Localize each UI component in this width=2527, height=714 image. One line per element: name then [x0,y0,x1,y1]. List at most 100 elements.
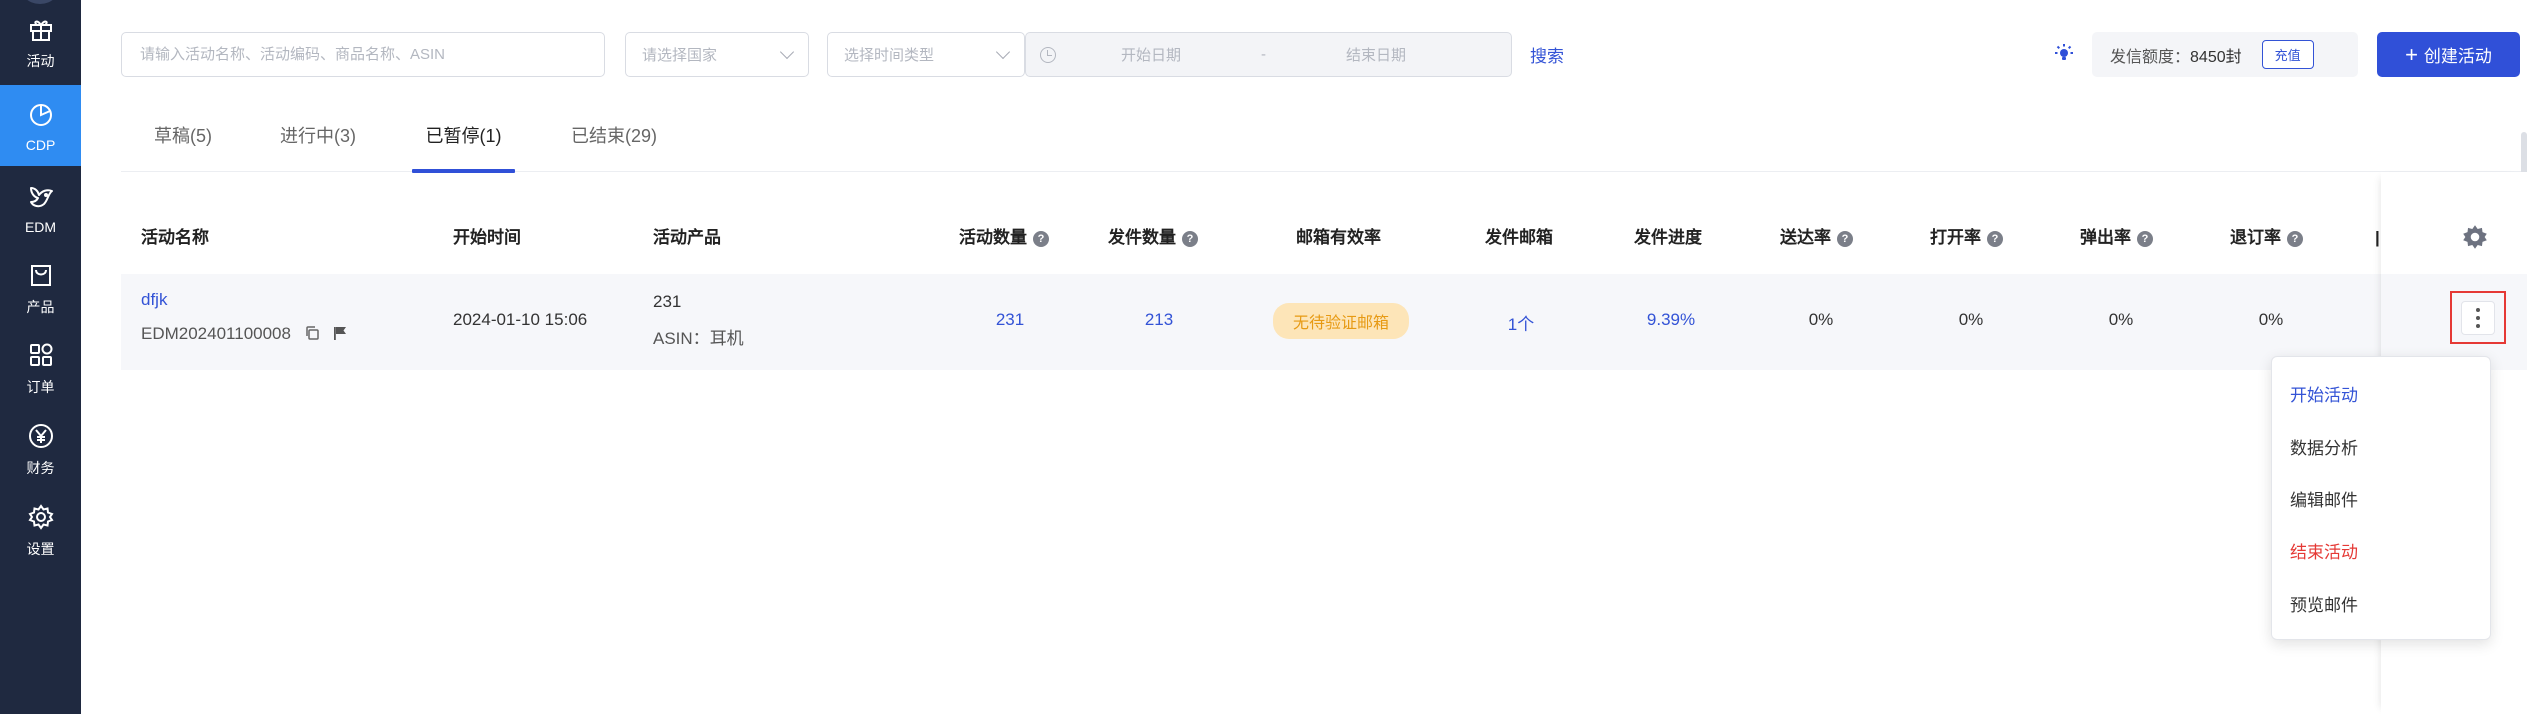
sidebar-item-label: 活动 [26,53,55,69]
sidebar-item-label: 财务 [26,460,55,476]
start-date-input[interactable]: 开始日期 [1121,44,1181,65]
search-field [121,32,605,77]
help-icon[interactable]: ? [2287,231,2303,247]
clock-icon [1040,46,1056,63]
activity-code-text: EDM202401100008 [141,324,291,343]
time-type-select-placeholder: 选择时间类型 [844,47,935,64]
column-header-name: 活动名称 [141,228,209,247]
send-quota-panel: 发信额度： 8450封 充值 [2092,32,2358,77]
sidebar-item-finance[interactable]: 财务 [0,411,81,487]
yen-icon [25,420,57,452]
column-header-label: 活动数量 [959,228,1027,247]
menu-item-edit-email[interactable]: 编辑邮件 [2290,486,2358,511]
column-header-send-progress: 发件进度 [1634,228,1702,247]
start-time-cell: 2024-01-10 15:06 [453,310,588,329]
create-activity-button[interactable]: + 创建活动 [2377,32,2520,77]
tab-ended[interactable]: 已结束(29) [569,100,659,172]
menu-item-preview-email[interactable]: 预览邮件 [2290,591,2358,616]
chevron-down-icon [779,44,795,59]
table-row[interactable]: dfjk EDM202401100008 2024-01-10 15:06 23… [121,274,2381,370]
column-header-label: 弹出率 [2080,228,2131,247]
sidebar-item-orders[interactable]: 订单 [0,330,81,406]
sidebar: 活动 CDP EDM 产品 订单 财务 设置 [0,0,81,714]
sidebar-item-edm[interactable]: EDM [0,170,81,246]
sidebar-item-label: CDP [25,136,56,153]
recharge-button[interactable]: 充值 [2261,40,2314,69]
gear-icon [25,501,57,533]
open-rate-cell: 0% [1958,310,1984,329]
sidebar-item-products[interactable]: 产品 [0,250,81,326]
country-select-placeholder: 请选择国家 [642,47,718,64]
search-button[interactable]: 搜索 [1530,42,1564,67]
sidebar-item-label: EDM [24,219,57,235]
search-input[interactable] [122,33,604,76]
sidebar-item-settings[interactable]: 设置 [0,492,81,568]
plus-icon: + [2405,41,2418,67]
end-date-input[interactable]: 结束日期 [1346,44,1406,65]
mailbox-validity-cell: 无待验证邮箱 [1261,303,1421,339]
more-vertical-icon [2461,300,2495,335]
help-icon[interactable]: ? [2137,231,2153,247]
column-header-start-time: 开始时间 [453,228,521,247]
product-asin-cell: ASIN：耳机 [653,324,744,349]
unsubscribe-rate-cell: 0% [2258,310,2284,329]
activity-name-link[interactable]: dfjk [141,290,167,310]
pie-chart-icon [25,99,57,131]
sidebar-item-activity[interactable]: 活动 [0,4,81,80]
tab-draft[interactable]: 草稿(5) [153,100,213,172]
column-header-send-count: 发件数量? [1108,210,1198,266]
grid-icon [25,339,57,371]
help-icon[interactable]: ? [1033,231,1049,247]
menu-item-end-activity[interactable]: 结束活动 [2290,538,2358,563]
sidebar-item-label: 产品 [26,299,55,315]
country-select[interactable]: 请选择国家 [625,32,809,77]
activity-count-link[interactable]: 231 [970,310,1050,330]
table-header: 活动名称 开始时间 活动产品 活动数量? 发件数量? 邮箱有效率 发件邮箱 发件… [121,210,2381,266]
send-quota-value: 8450封 [2190,48,2242,66]
asin-label: ASIN： [653,329,710,348]
sidebar-item-cdp[interactable]: CDP [0,85,81,166]
sidebar-item-label: 订单 [26,379,55,395]
gift-icon [25,13,57,45]
sender-mailbox-link[interactable]: 1个 [1481,310,1561,335]
column-header-unsubscribe-rate: 退订率? [2230,210,2303,266]
date-separator: - [1261,46,1266,63]
row-more-actions-button[interactable] [2450,291,2506,344]
column-header-activity-count: 活动数量? [959,210,1049,266]
menu-item-data-analysis[interactable]: 数据分析 [2290,434,2358,459]
column-header-sender-mailbox: 发件邮箱 [1485,228,1553,247]
status-badge: 无待验证邮箱 [1272,303,1409,339]
help-icon[interactable]: ? [1837,231,1853,247]
activity-code: EDM202401100008 [141,324,348,344]
send-progress-link[interactable]: 9.39% [1631,310,1711,330]
status-tabs: 草稿(5) 进行中(3) 已暂停(1) 已结束(29) [121,100,2527,173]
menu-item-start-activity[interactable]: 开始活动 [2290,381,2358,406]
asin-value: 耳机 [709,329,744,348]
product-id-cell: 231 [653,292,682,311]
help-icon[interactable]: ? [1987,231,2003,247]
column-header-label: 发件数量 [1108,228,1176,247]
flag-icon[interactable] [332,325,348,341]
bounce-rate-cell: 0% [2108,310,2134,329]
copy-icon[interactable] [304,325,320,341]
shopping-bag-icon [25,259,57,291]
column-header-product: 活动产品 [653,228,721,247]
time-type-select[interactable]: 选择时间类型 [827,32,1025,77]
column-header-delivery-rate: 送达率? [1780,210,1853,266]
lightbulb-icon[interactable] [2052,42,2076,66]
row-actions-menu: 开始活动 数据分析 编辑邮件 结束活动 预览邮件 [2271,356,2491,640]
tab-paused[interactable]: 已暂停(1) [412,100,515,173]
column-header-label: 退订率 [2230,228,2281,247]
column-header-open-rate: 打开率? [1930,210,2003,266]
chevron-down-icon [995,44,1011,59]
column-header-bounce-rate: 弹出率? [2080,210,2153,266]
table-settings-gear-icon[interactable] [2460,222,2490,252]
edm-bird-icon [25,181,57,213]
create-activity-label: 创建活动 [2423,47,2492,66]
date-range-picker[interactable]: 开始日期 - 结束日期 [1025,32,1512,77]
sidebar-item-label: 设置 [26,541,55,557]
send-count-link[interactable]: 213 [1119,310,1199,330]
help-icon[interactable]: ? [1182,231,1198,247]
delivery-rate-cell: 0% [1808,310,1834,329]
tab-in-progress[interactable]: 进行中(3) [279,100,357,172]
